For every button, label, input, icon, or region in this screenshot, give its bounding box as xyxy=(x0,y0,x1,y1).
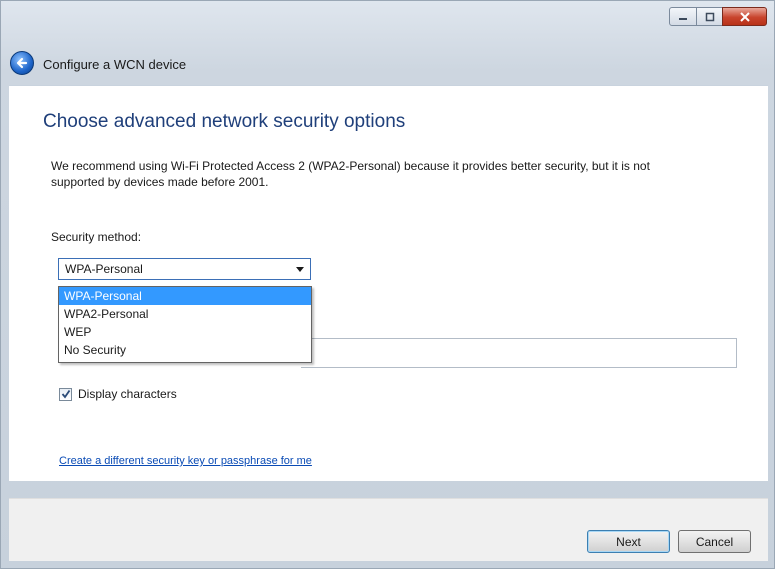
back-arrow-icon xyxy=(16,57,28,69)
maximize-icon xyxy=(705,12,714,21)
minimize-icon xyxy=(679,17,687,20)
content-area xyxy=(9,85,768,481)
checkmark-icon xyxy=(61,389,70,399)
display-characters-checkbox[interactable] xyxy=(59,387,72,401)
next-button[interactable]: Next xyxy=(587,530,670,553)
chevron-down-icon xyxy=(290,259,310,279)
window-title: Configure a WCN device xyxy=(43,57,187,72)
security-method-select[interactable]: WPA-Personal xyxy=(58,258,311,280)
create-different-key-link[interactable]: Create a different security key or passp… xyxy=(59,455,312,467)
display-characters-label[interactable]: Display characters xyxy=(78,387,177,401)
security-method-value: WPA-Personal xyxy=(65,262,143,276)
page-description: We recommend using Wi-Fi Protected Acces… xyxy=(51,159,650,189)
cancel-button[interactable]: Cancel xyxy=(678,530,751,553)
minimize-button[interactable] xyxy=(669,7,697,26)
security-key-input[interactable] xyxy=(301,338,737,368)
security-method-label: Security method: xyxy=(51,230,142,244)
close-button[interactable] xyxy=(722,7,767,26)
wcn-dialog-window: Configure a WCN device Choose advanced n… xyxy=(0,0,775,569)
dropdown-option-wep[interactable]: WEP xyxy=(59,323,311,341)
security-method-dropdown: WPA-Personal WPA2-Personal WEP No Securi… xyxy=(58,286,312,363)
display-characters-row: Display characters xyxy=(59,387,177,401)
back-button[interactable] xyxy=(10,51,34,75)
dropdown-option-wpa2-personal[interactable]: WPA2-Personal xyxy=(59,305,311,323)
maximize-button[interactable] xyxy=(696,7,723,26)
dropdown-option-no-security[interactable]: No Security xyxy=(59,341,311,359)
page-heading: Choose advanced network security options xyxy=(43,111,406,132)
close-icon xyxy=(739,11,750,22)
dropdown-option-wpa-personal[interactable]: WPA-Personal xyxy=(59,287,311,305)
title-bar: Configure a WCN device xyxy=(1,1,775,85)
